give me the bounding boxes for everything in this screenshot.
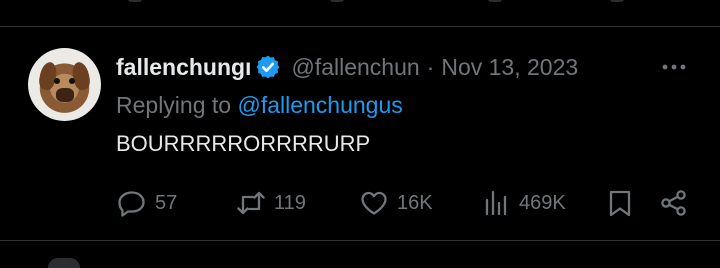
heart-icon: [361, 191, 387, 215]
bottom-divider: [0, 240, 720, 241]
tweet-date[interactable]: Nov 13, 2023: [441, 54, 578, 81]
like-count: 16K: [397, 191, 433, 214]
avatar-dog-eye: [54, 78, 60, 84]
views-button[interactable]: 469K: [481, 189, 566, 217]
verified-badge-icon: [257, 55, 280, 79]
avatar-dog-ear: [70, 60, 92, 92]
previous-tweet-icon-fragment: [128, 0, 142, 2]
share-icon[interactable]: [659, 189, 689, 217]
retweet-count: 119: [274, 191, 306, 214]
next-tweet-avatar-fragment: [48, 258, 80, 268]
replying-to-mention[interactable]: @fallenchungus: [237, 92, 402, 118]
previous-tweet-icon-fragment: [488, 0, 502, 2]
reply-count: 57: [155, 191, 178, 214]
reply-button[interactable]: 57: [117, 189, 177, 217]
avatar-dog-eye: [69, 78, 75, 84]
like-button[interactable]: 16K: [359, 189, 433, 217]
top-divider: [0, 26, 720, 27]
replying-to-line: Replying to @fallenchungus: [116, 92, 403, 119]
tweet-header: fallenchungı @fallenchun · Nov 13, 2023: [116, 52, 578, 82]
previous-tweet-edge: [0, 0, 720, 26]
avatar[interactable]: [28, 48, 101, 121]
tweet-text: BOURRRRRORRRRURP: [116, 131, 371, 156]
previous-tweet-icon-fragment: [610, 0, 624, 2]
more-dots-icon[interactable]: [659, 57, 689, 77]
views-bar-icon: [485, 190, 507, 216]
avatar-dog-snout: [56, 88, 74, 102]
retweet-icon: [237, 191, 265, 215]
retweet-button[interactable]: 119: [236, 189, 306, 217]
reply-icon: [118, 191, 145, 217]
previous-tweet-icon-fragment: [330, 0, 344, 2]
author-name[interactable]: fallenchungı: [116, 54, 251, 81]
header-separator: ·: [426, 53, 435, 80]
views-count: 469K: [519, 191, 566, 214]
avatar-dog-ear: [37, 60, 59, 92]
author-handle[interactable]: @fallenchun: [291, 54, 419, 81]
bookmark-icon[interactable]: [605, 189, 635, 217]
replying-prefix: Replying to: [116, 92, 238, 118]
